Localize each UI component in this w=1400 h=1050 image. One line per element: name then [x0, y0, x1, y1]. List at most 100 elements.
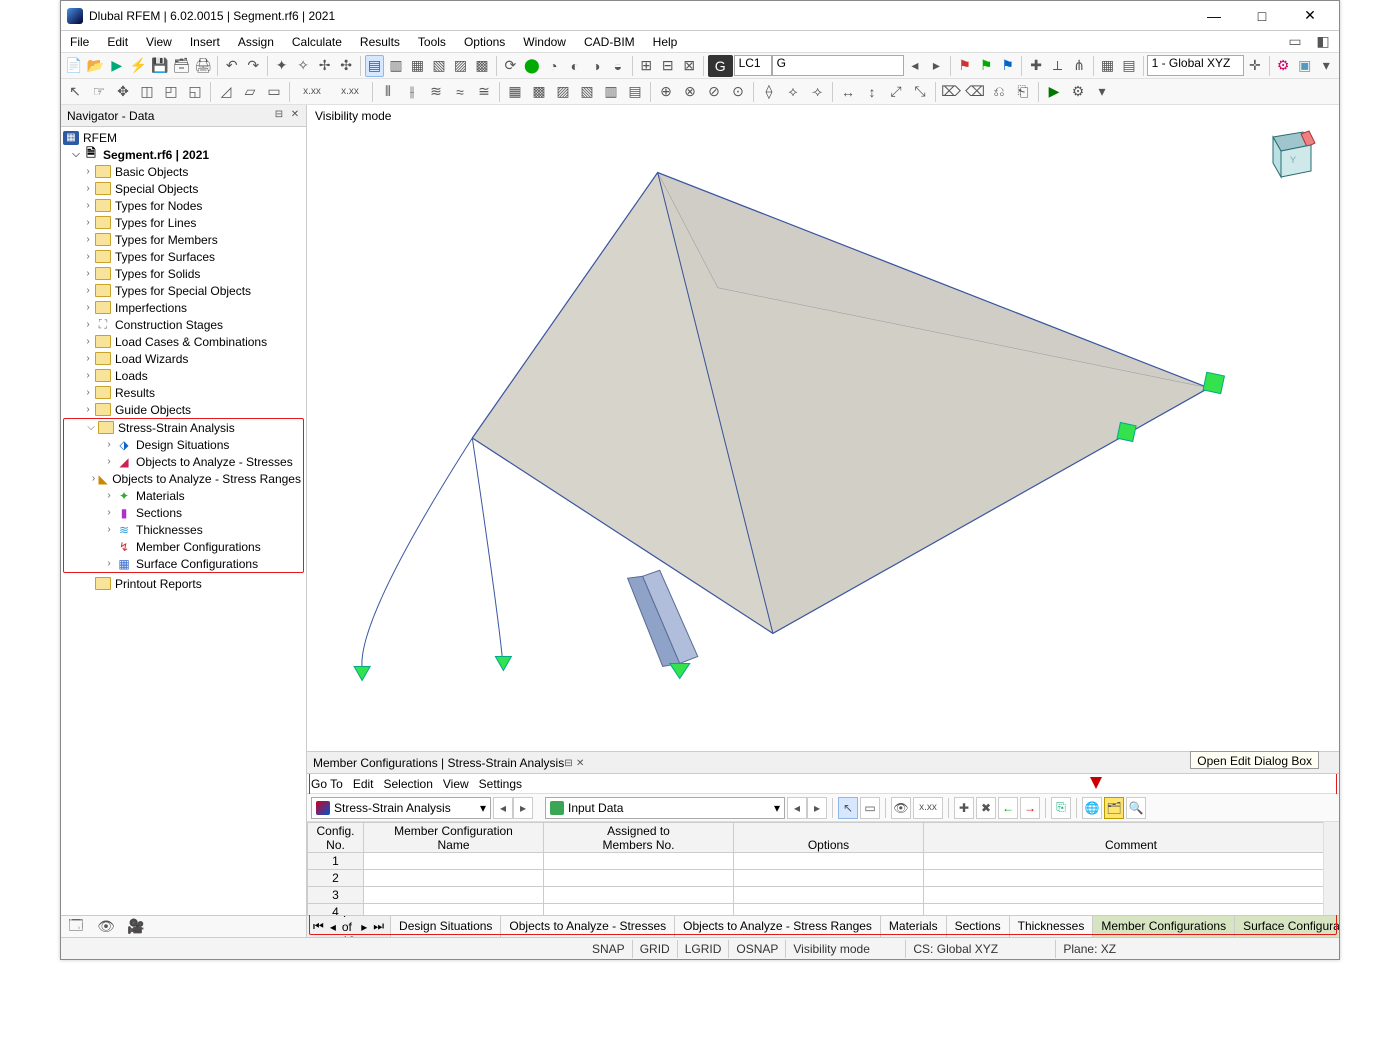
- nav-data-view-button[interactable]: 🗔: [65, 918, 87, 936]
- navigator-tree[interactable]: ▦ RFEM ⌵ 🗎 Segment.rf6 | 2021 ›Basic Obj…: [61, 127, 306, 915]
- view-panel1-icon[interactable]: ▤: [365, 55, 385, 77]
- globe-icon[interactable]: 🌐: [1082, 797, 1102, 819]
- tb-icon[interactable]: ⟠: [758, 81, 780, 103]
- cursor-icon[interactable]: ↖: [64, 81, 86, 103]
- status-grid[interactable]: GRID: [632, 940, 677, 958]
- tb-icon[interactable]: ≈: [449, 81, 471, 103]
- pager-first[interactable]: ⏮: [313, 919, 324, 934]
- tab-materials[interactable]: Materials: [881, 916, 947, 937]
- tree-item[interactable]: ›⬗Design Situations: [64, 436, 303, 453]
- tree-folder[interactable]: ›Types for Members: [61, 231, 306, 248]
- tb-icon[interactable]: ✢: [315, 55, 335, 77]
- tab-thicknesses[interactable]: Thicknesses: [1010, 916, 1094, 937]
- menu-assign[interactable]: Assign: [229, 31, 283, 52]
- caret-right-icon[interactable]: ›: [81, 217, 95, 228]
- tree-item[interactable]: ›▦Surface Configurations: [64, 555, 303, 572]
- show-icon[interactable]: 👁: [891, 797, 911, 819]
- diagram-icon[interactable]: ⋔: [1069, 55, 1089, 77]
- saveall-icon[interactable]: 🗃: [172, 55, 192, 77]
- menu-window[interactable]: Window: [514, 31, 575, 52]
- menu-help[interactable]: Help: [644, 31, 687, 52]
- dropdown-icon[interactable]: ▾: [1316, 55, 1336, 77]
- format-icon[interactable]: x.xx: [913, 797, 943, 819]
- caret-right-icon[interactable]: ›: [81, 251, 95, 262]
- tb-icon[interactable]: ◿: [215, 81, 237, 103]
- tb-icon[interactable]: ⊘: [703, 81, 725, 103]
- table-row[interactable]: 2: [308, 870, 1339, 887]
- pager-next[interactable]: ▸: [361, 920, 367, 934]
- tb-icon[interactable]: ⤢: [885, 81, 907, 103]
- tb-icon[interactable]: ⌦: [940, 81, 962, 103]
- tree-root[interactable]: ▦ RFEM: [61, 129, 306, 146]
- col-assigned-members[interactable]: Assigned toMembers No.: [544, 823, 734, 853]
- tree-project[interactable]: ⌵ 🗎 Segment.rf6 | 2021: [61, 146, 306, 163]
- vertical-scrollbar[interactable]: [1323, 822, 1339, 915]
- tree-folder[interactable]: ›Guide Objects: [61, 401, 306, 418]
- bp-menu-selection[interactable]: Selection: [384, 777, 433, 791]
- menu-view[interactable]: View: [137, 31, 181, 52]
- menu-insert[interactable]: Insert: [181, 31, 229, 52]
- tree-stress-strain[interactable]: ⌵ Stress-Strain Analysis: [64, 419, 303, 436]
- flag-blue-icon[interactable]: ⚑: [998, 55, 1018, 77]
- col-comment[interactable]: Comment: [924, 823, 1339, 853]
- axes-icon[interactable]: ✛: [1245, 55, 1265, 77]
- menu-tools[interactable]: Tools: [409, 31, 455, 52]
- caret-down-icon[interactable]: ⌵: [69, 149, 83, 160]
- status-lgrid[interactable]: LGRID: [677, 940, 729, 958]
- lightning-icon[interactable]: ⚡: [129, 55, 149, 77]
- open-icon[interactable]: 📂: [86, 55, 106, 77]
- tree-item[interactable]: ›≋Thicknesses: [64, 521, 303, 538]
- tab-objects-to-analyze-stresses[interactable]: Objects to Analyze - Stresses: [501, 916, 675, 937]
- tree-item[interactable]: ›▮Sections: [64, 504, 303, 521]
- menu-edit[interactable]: Edit: [98, 31, 137, 52]
- axis-format-icon[interactable]: x.xx: [332, 81, 368, 103]
- select-arrow-button[interactable]: ↖: [838, 797, 858, 819]
- iso-cube-button[interactable]: ◧: [1312, 31, 1334, 53]
- print-icon[interactable]: 🖨: [193, 55, 213, 77]
- caret-right-icon[interactable]: ›: [102, 558, 116, 569]
- tb-icon[interactable]: ▦: [504, 81, 526, 103]
- caret-right-icon[interactable]: ›: [81, 404, 95, 415]
- tb-icon[interactable]: ▱: [239, 81, 261, 103]
- tb-icon[interactable]: ◑: [587, 55, 607, 77]
- bottom-grid[interactable]: Config.No. Member ConfigurationName Assi…: [307, 822, 1339, 915]
- input-data-combo[interactable]: Input Data ▾: [545, 797, 785, 819]
- canvas-viewport[interactable]: Visibility mode Y: [307, 105, 1339, 751]
- move-icon[interactable]: ✥: [112, 81, 134, 103]
- tree-folder[interactable]: ›Imperfections: [61, 299, 306, 316]
- lc-code[interactable]: LC1: [734, 55, 772, 76]
- caret-right-icon[interactable]: ›: [102, 490, 116, 501]
- view-panel3-icon[interactable]: ▦: [408, 55, 428, 77]
- tb-icon[interactable]: ▥: [600, 81, 622, 103]
- nav-camera-button[interactable]: 🎥: [125, 918, 147, 936]
- addon-combo[interactable]: Stress-Strain Analysis ▾: [311, 797, 491, 819]
- pointer-icon[interactable]: ☞: [88, 81, 110, 103]
- bp-menu-goto[interactable]: Go To: [311, 777, 343, 791]
- cube-icon[interactable]: ▣: [1295, 55, 1315, 77]
- tree-printout[interactable]: Printout Reports: [61, 575, 306, 592]
- pager-prev[interactable]: ◂: [330, 920, 336, 934]
- settings-icon[interactable]: ⚙: [1273, 55, 1293, 77]
- tree-folder[interactable]: ›Loads: [61, 367, 306, 384]
- panel-pin-icon[interactable]: ⊟: [272, 108, 286, 122]
- tb-icon[interactable]: ✣: [336, 55, 356, 77]
- caret-right-icon[interactable]: ›: [81, 353, 95, 364]
- caret-right-icon[interactable]: ›: [81, 302, 95, 313]
- tb-icon[interactable]: ⎌: [988, 81, 1010, 103]
- tree-folder[interactable]: ›Types for Nodes: [61, 197, 306, 214]
- tree-folder[interactable]: ›Types for Solids: [61, 265, 306, 282]
- tb-icon[interactable]: ▨: [552, 81, 574, 103]
- tb-icon[interactable]: ⤡: [909, 81, 931, 103]
- axis-format-icon[interactable]: x.xx: [294, 81, 330, 103]
- bp-menu-edit[interactable]: Edit: [353, 777, 374, 791]
- menu-options[interactable]: Options: [455, 31, 514, 52]
- tb-icon[interactable]: ⫲: [401, 81, 423, 103]
- tree-folder[interactable]: ›⛶Construction Stages: [61, 316, 306, 333]
- tab-objects-to-analyze-stress-ranges[interactable]: Objects to Analyze - Stress Ranges: [675, 916, 881, 937]
- dropdown-icon[interactable]: ▾: [1091, 81, 1113, 103]
- tree-item[interactable]: ›◢Objects to Analyze - Stresses: [64, 453, 303, 470]
- tb-icon[interactable]: ≋: [425, 81, 447, 103]
- menu-file[interactable]: File: [61, 31, 98, 52]
- diagram-icon[interactable]: ✚: [1026, 55, 1046, 77]
- tb-icon[interactable]: ⊞: [636, 55, 656, 77]
